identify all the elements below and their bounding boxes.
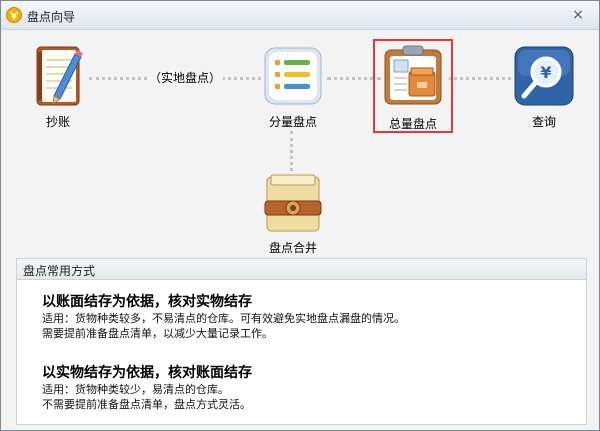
method-2-line-1: 适用：货物种类较少，易清点的仓库。 (42, 383, 229, 396)
checklist-clipboard-icon (264, 47, 322, 105)
connector-category-to-merge (290, 131, 293, 171)
node-label-merge-count: 盘点合并 (268, 241, 317, 255)
methods-panel: 盘点常用方式 以账面结存为依据，核对实物结存 适用：货物种类较多，不易清点的仓库… (16, 258, 587, 425)
inventory-wizard-window: 盘点向导 × （实地盘点） 抄账 分量盘点 总量盘点 ¥ 查询 盘点合并 盘点常… (0, 0, 600, 431)
method-1-line-2: 需要提前准备盘点清单，以减少大量记录工作。 (42, 327, 273, 340)
notebook-pencil-icon (36, 46, 83, 106)
selected-node-highlight (373, 39, 453, 133)
app-logo-icon (6, 7, 22, 23)
methods-panel-header: 盘点常用方式 (17, 259, 586, 280)
title-bar: 盘点向导 × (1, 1, 599, 30)
method-1-title: 以账面结存为依据，核对实物结存 (42, 294, 252, 310)
workflow-node-copy-account[interactable]: 抄账 (13, 41, 103, 131)
node-label-category-count: 分量盘点 (268, 115, 317, 129)
method-2-title: 以实物结存为依据，核对账面结存 (42, 365, 252, 381)
methods-panel-title: 盘点常用方式 (23, 264, 96, 278)
method-2-line-2: 不需要提前准备盘点清单，盘点方式灵活。 (42, 398, 251, 411)
connector-label-field-count: （实地盘点） (147, 69, 224, 86)
method-1-line-1: 适用：货物种类较多，不易清点的仓库。可有效避免实地盘点漏盘的情况。 (42, 312, 405, 325)
close-button[interactable]: × (569, 7, 587, 23)
svg-text:¥: ¥ (540, 63, 551, 82)
connector-total-to-query (449, 77, 511, 80)
node-label-copy-account: 抄账 (45, 115, 70, 129)
yen-magnifier-icon: ¥ (514, 46, 574, 106)
node-label-query: 查询 (531, 115, 556, 129)
folder-binder-icon (264, 174, 322, 232)
close-icon: × (572, 7, 584, 23)
window-title: 盘点向导 (27, 10, 76, 24)
workflow-node-query[interactable]: ¥ 查询 (506, 41, 582, 131)
workflow-node-merge-count[interactable]: 盘点合并 (247, 169, 339, 259)
workflow-node-category-count[interactable]: 分量盘点 (247, 41, 339, 131)
